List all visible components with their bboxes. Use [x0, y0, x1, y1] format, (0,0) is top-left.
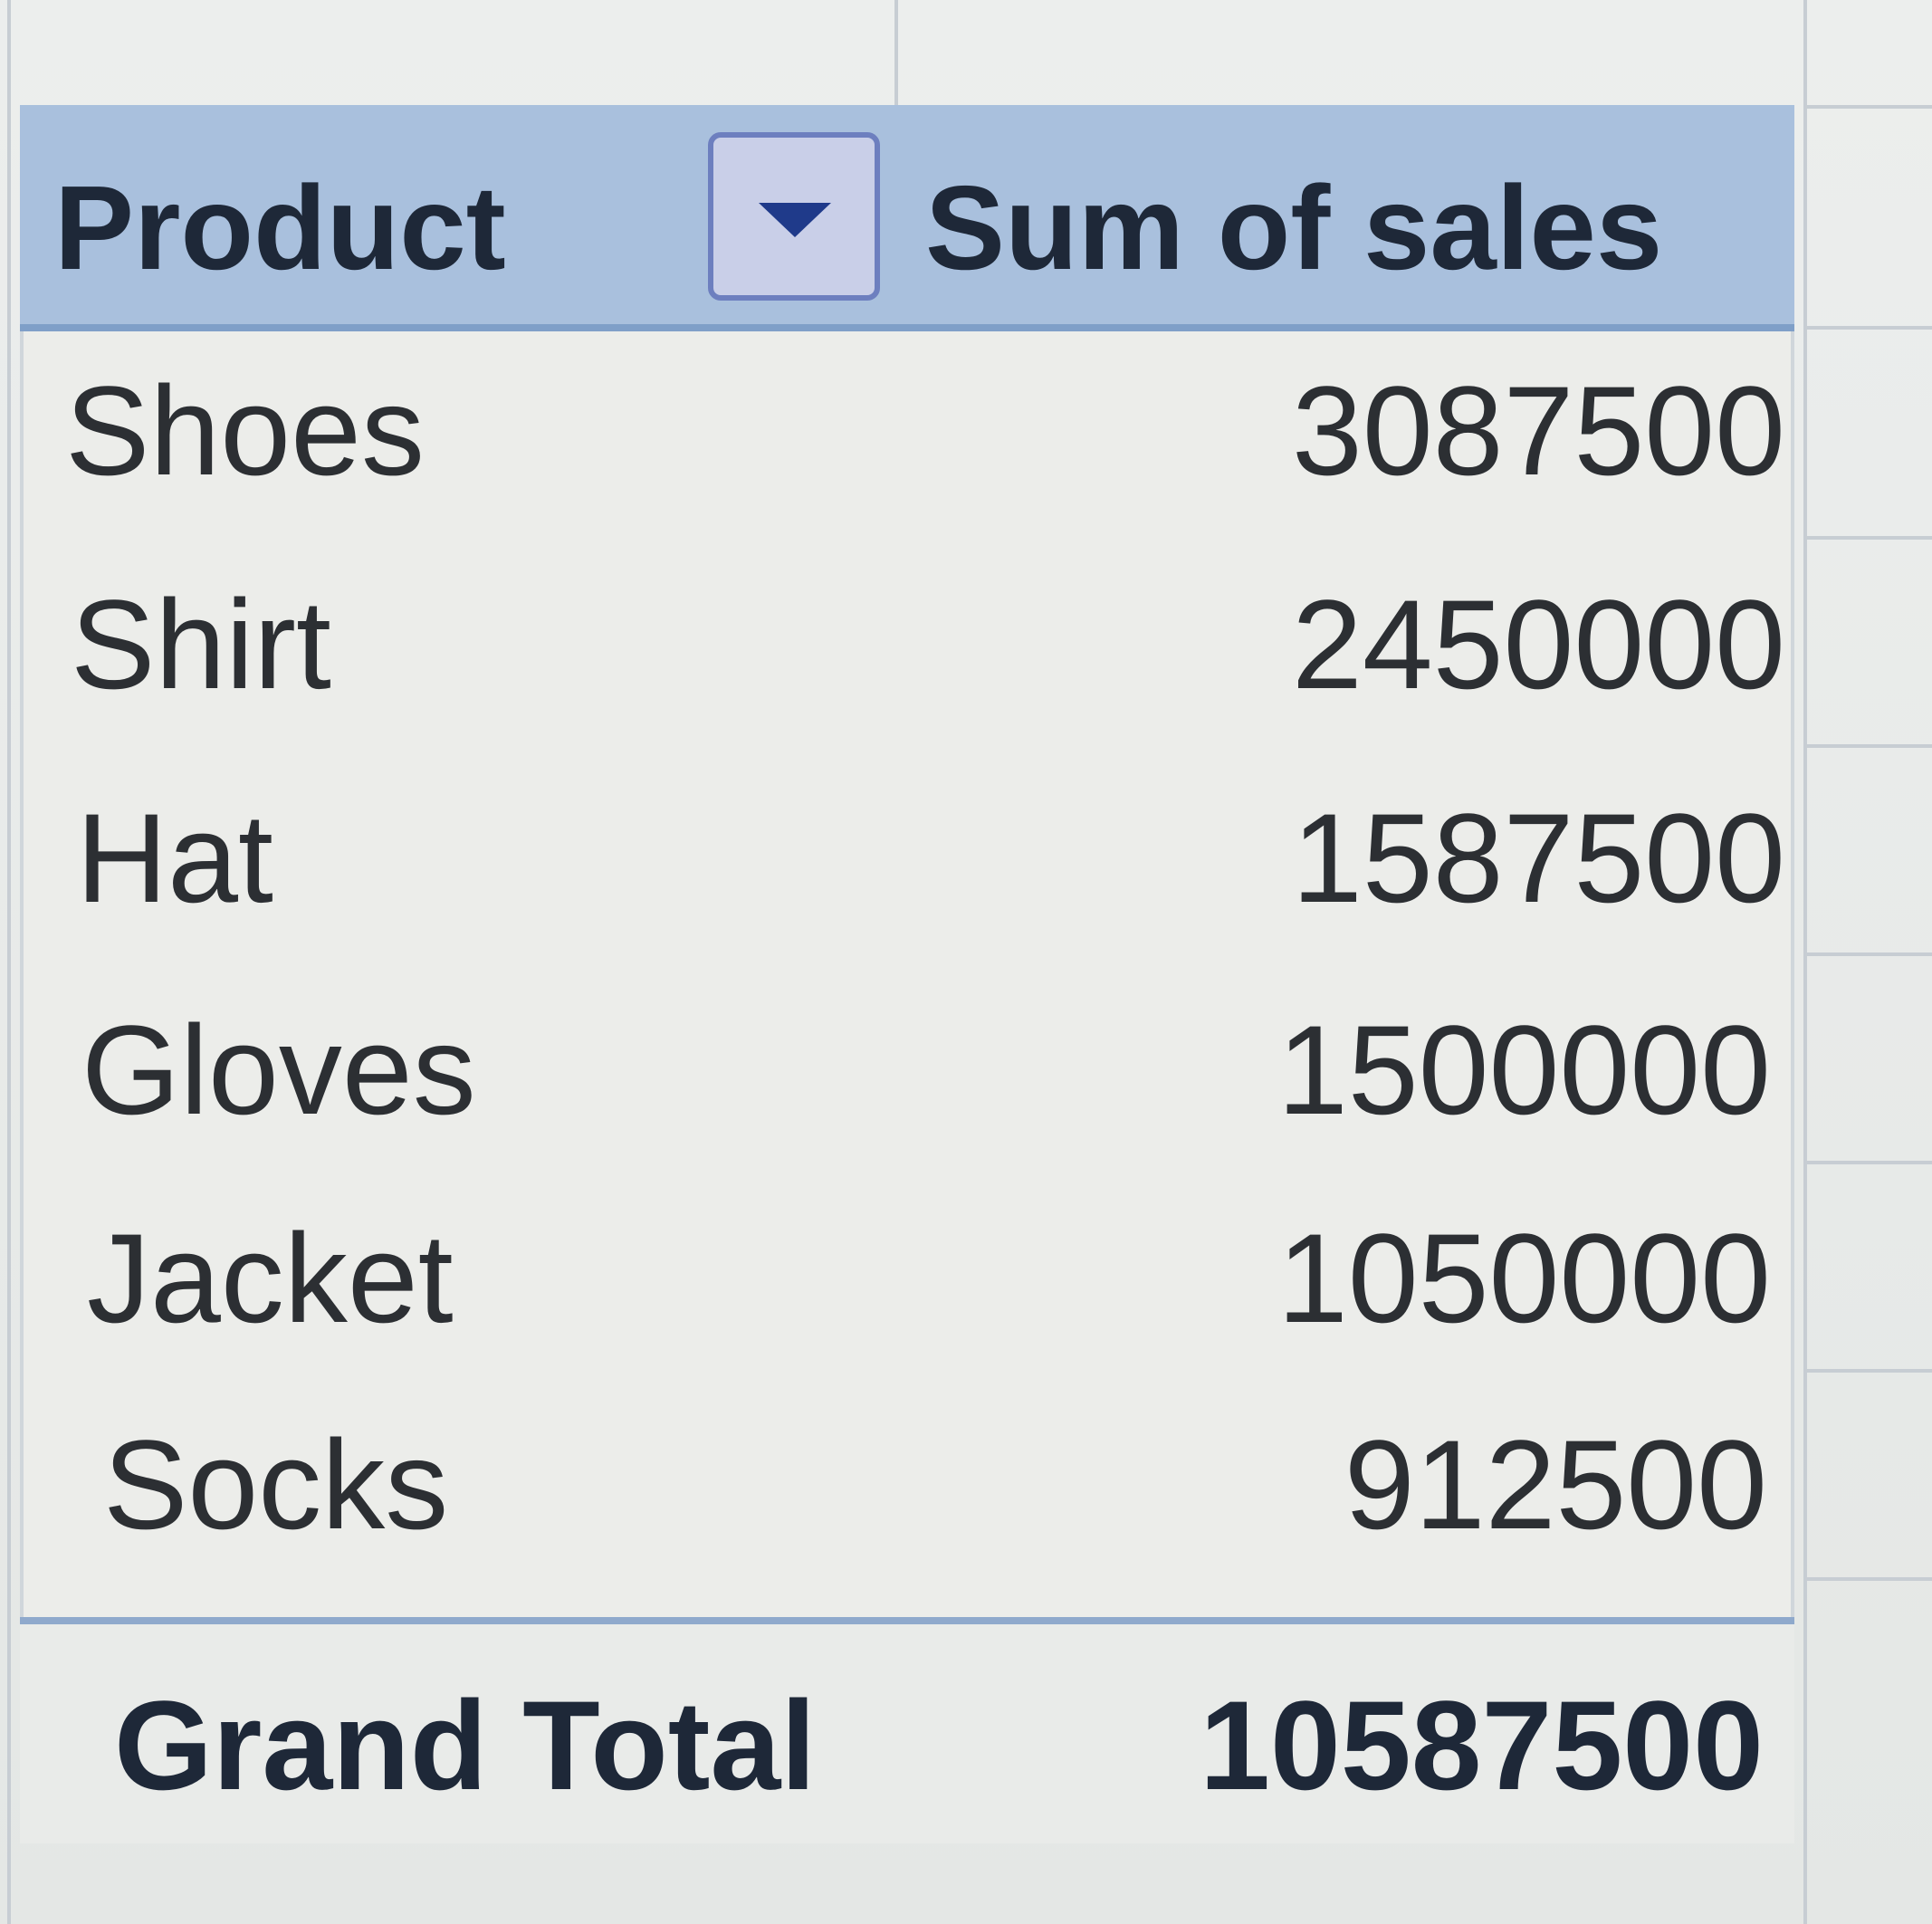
table-row[interactable]: Jacket 1050000 — [24, 1179, 1798, 1387]
spreadsheet-window: Product Sum of sales Shoes 3087500 Shirt… — [0, 0, 1932, 1924]
grid-row-line — [1803, 105, 1932, 109]
product-cell[interactable]: Shoes — [65, 368, 425, 494]
pivot-body: Shoes 3087500 Shirt 2450000 Hat 1587500 … — [20, 331, 1794, 1617]
sales-cell[interactable]: 1500000 — [1277, 1007, 1771, 1134]
grid-row-line — [1803, 1577, 1932, 1581]
product-cell[interactable]: Shirt — [71, 581, 331, 708]
grand-total-value[interactable]: 10587500 — [1200, 1682, 1764, 1809]
pivot-table: Product Sum of sales Shoes 3087500 Shirt… — [20, 105, 1794, 1871]
product-cell[interactable]: Jacket — [87, 1215, 454, 1342]
pivot-header-row: Product Sum of sales — [20, 105, 1794, 331]
table-row[interactable]: Shoes 3087500 — [24, 331, 1798, 540]
value-field-header[interactable]: Sum of sales — [925, 168, 1662, 288]
product-cell[interactable]: Hat — [76, 795, 273, 922]
grid-column-line — [7, 0, 11, 1924]
grid-column-line — [894, 0, 898, 105]
grid-row-line — [1803, 536, 1932, 540]
grid-row-line — [1803, 1369, 1932, 1373]
product-filter-button[interactable] — [708, 132, 880, 301]
sales-cell[interactable]: 3087500 — [1292, 368, 1785, 494]
table-row[interactable]: Gloves 1500000 — [24, 971, 1798, 1179]
sales-cell[interactable]: 2450000 — [1292, 581, 1785, 708]
sales-cell[interactable]: 1587500 — [1292, 795, 1785, 922]
grid-row-line — [1803, 326, 1932, 330]
row-field-header[interactable]: Product — [54, 168, 506, 288]
grand-total-label[interactable]: Grand Total — [114, 1682, 816, 1809]
grand-total-row[interactable]: Grand Total 10587500 — [20, 1617, 1794, 1843]
grid-column-line — [1803, 0, 1807, 1924]
grid-row-line — [1803, 744, 1932, 748]
grid-row-line — [1803, 952, 1932, 956]
grid-row-line — [1803, 1161, 1932, 1164]
product-cell[interactable]: Gloves — [81, 1007, 476, 1134]
dropdown-arrow-icon — [759, 203, 831, 237]
sales-cell[interactable]: 912500 — [1344, 1421, 1767, 1548]
table-row[interactable]: Socks 912500 — [24, 1385, 1798, 1594]
table-row[interactable]: Hat 1587500 — [24, 759, 1798, 967]
table-row[interactable]: Shirt 2450000 — [24, 545, 1798, 753]
sales-cell[interactable]: 1050000 — [1277, 1215, 1771, 1342]
product-cell[interactable]: Socks — [103, 1421, 448, 1548]
